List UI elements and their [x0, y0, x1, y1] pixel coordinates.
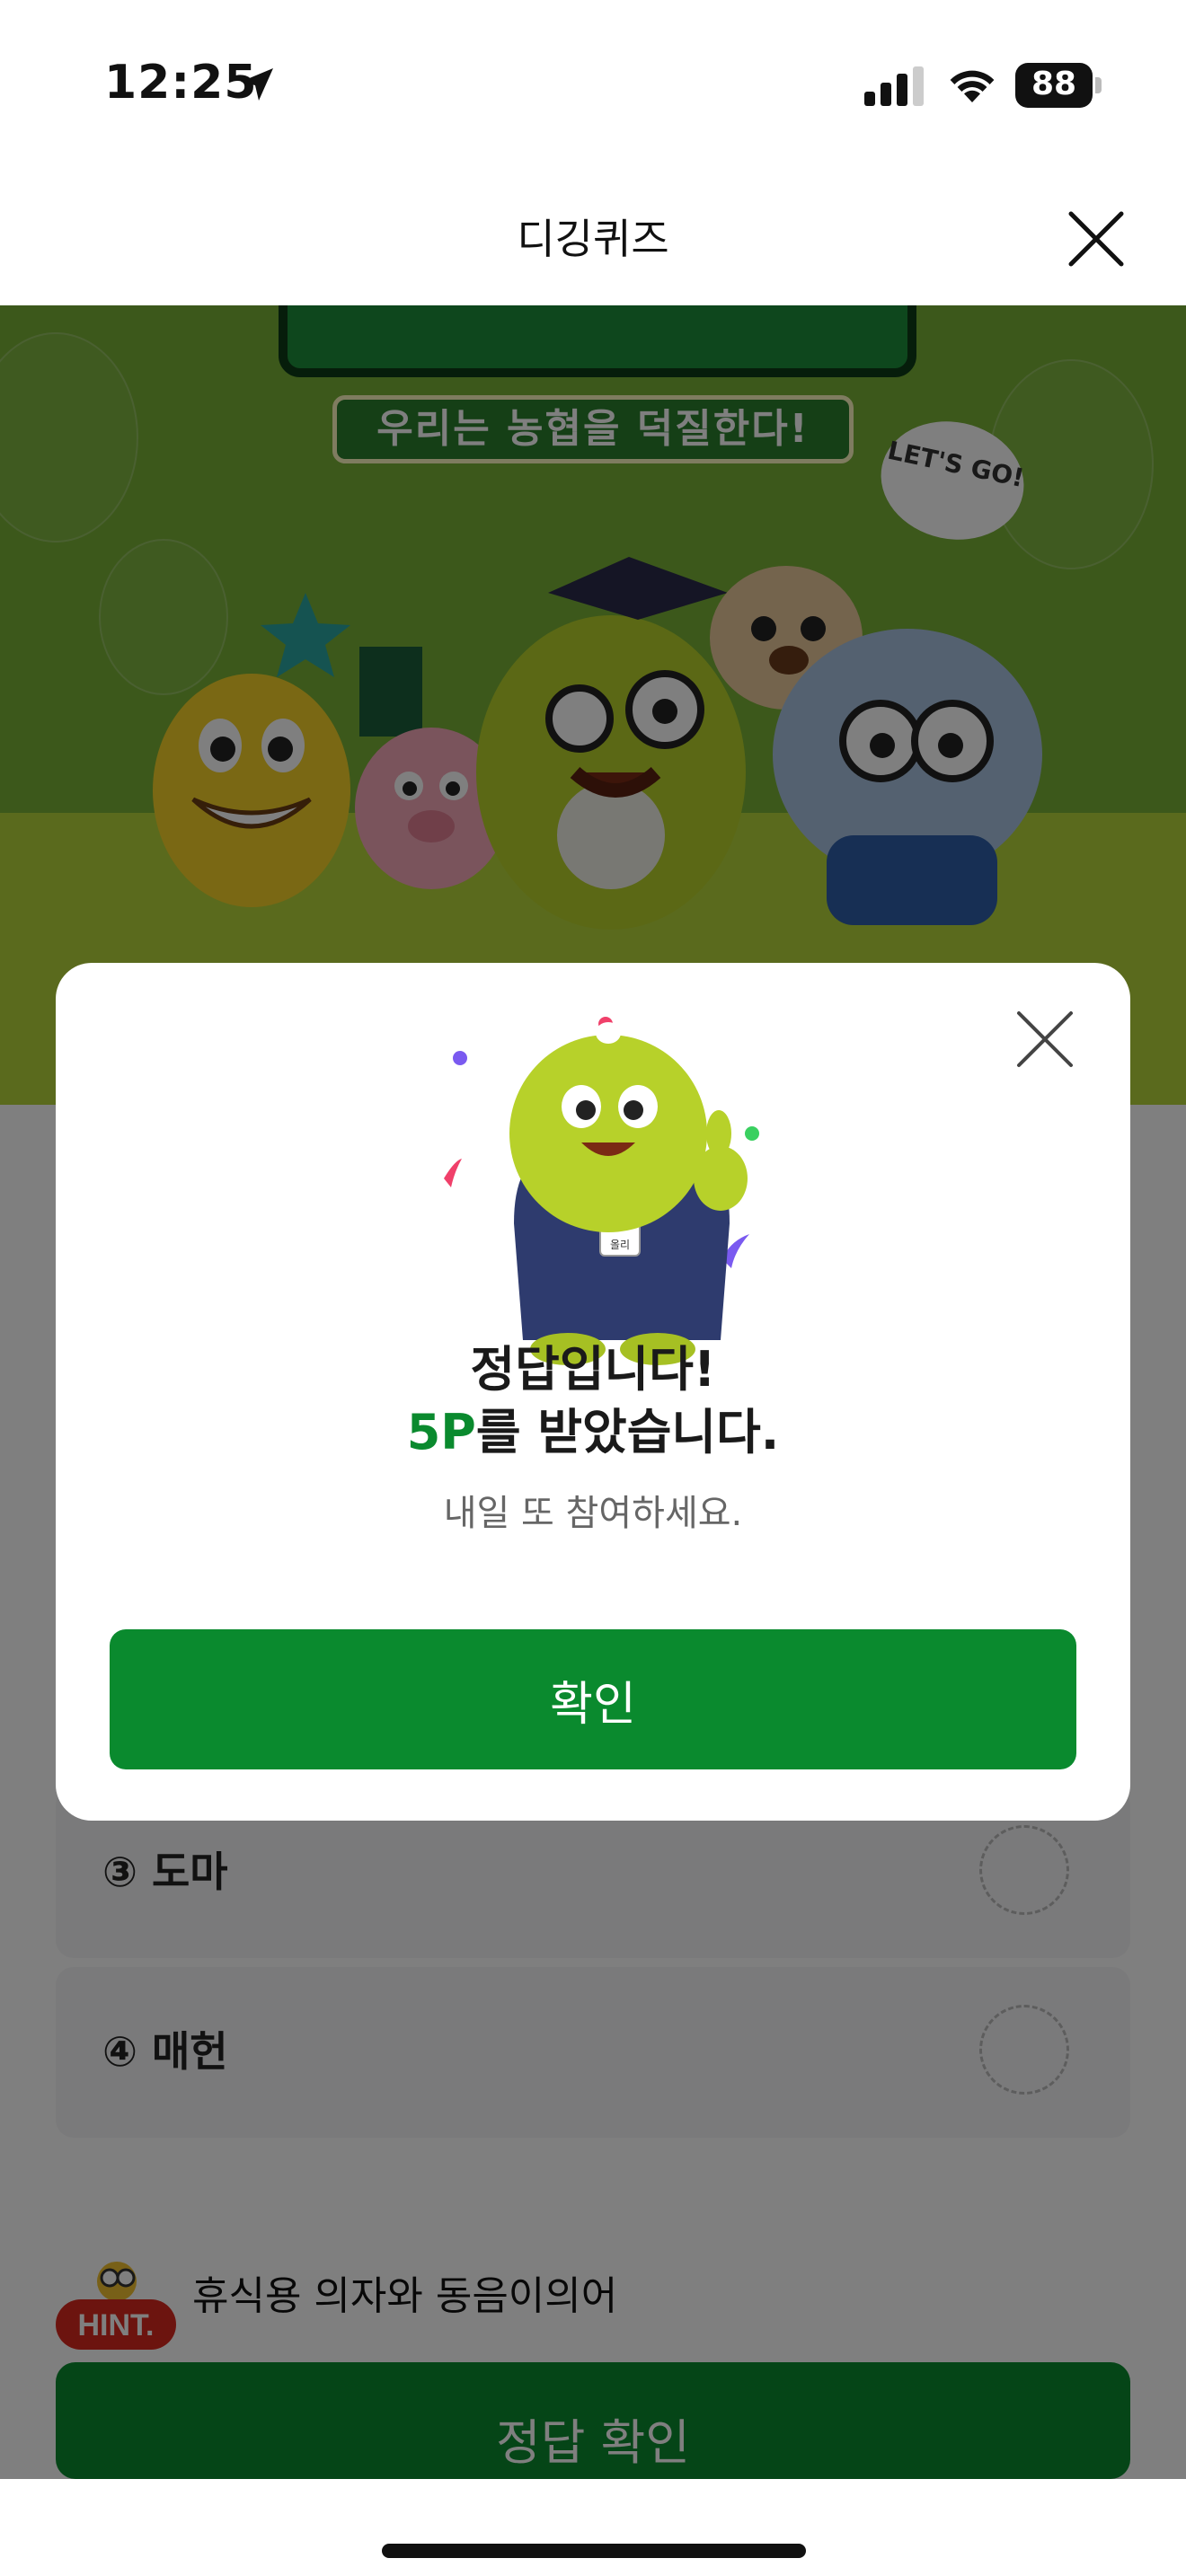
- location-arrow-icon: [241, 68, 273, 101]
- cellular-signal-icon: [864, 66, 924, 106]
- result-modal: 올리 정답입니다! 5P를 받았습니다. 내일 또 참여하세요. 확인: [56, 963, 1130, 1821]
- status-time: 12:25: [104, 56, 258, 110]
- mascot-thumbs-up-icon: 올리: [444, 1017, 759, 1365]
- wifi-icon: [950, 70, 995, 102]
- page-title: 디깅퀴즈: [517, 215, 669, 263]
- close-icon[interactable]: [1066, 208, 1127, 269]
- confirm-button[interactable]: 확인: [110, 1629, 1076, 1769]
- status-bar: 12:25 88: [0, 0, 1186, 171]
- reward-suffix: 를 받았습니다.: [475, 1404, 780, 1460]
- battery-level: 88: [1031, 66, 1077, 102]
- nav-header: 디깅퀴즈: [0, 171, 1186, 305]
- battery-cap: [1095, 77, 1102, 93]
- home-indicator[interactable]: [382, 2544, 806, 2558]
- battery-indicator: 88: [1015, 63, 1103, 108]
- modal-reward-line: 5P를 받았습니다.: [56, 1392, 1130, 1463]
- modal-title: 정답입니다!: [470, 1341, 716, 1398]
- mascot-badge-label: 올리: [610, 1239, 630, 1251]
- modal-subtitle: 내일 또 참여하세요.: [443, 1493, 743, 1534]
- reward-points: 5P: [406, 1404, 476, 1460]
- home-indicator-area: [0, 2479, 1186, 2576]
- modal-close-icon[interactable]: [1015, 1010, 1075, 1069]
